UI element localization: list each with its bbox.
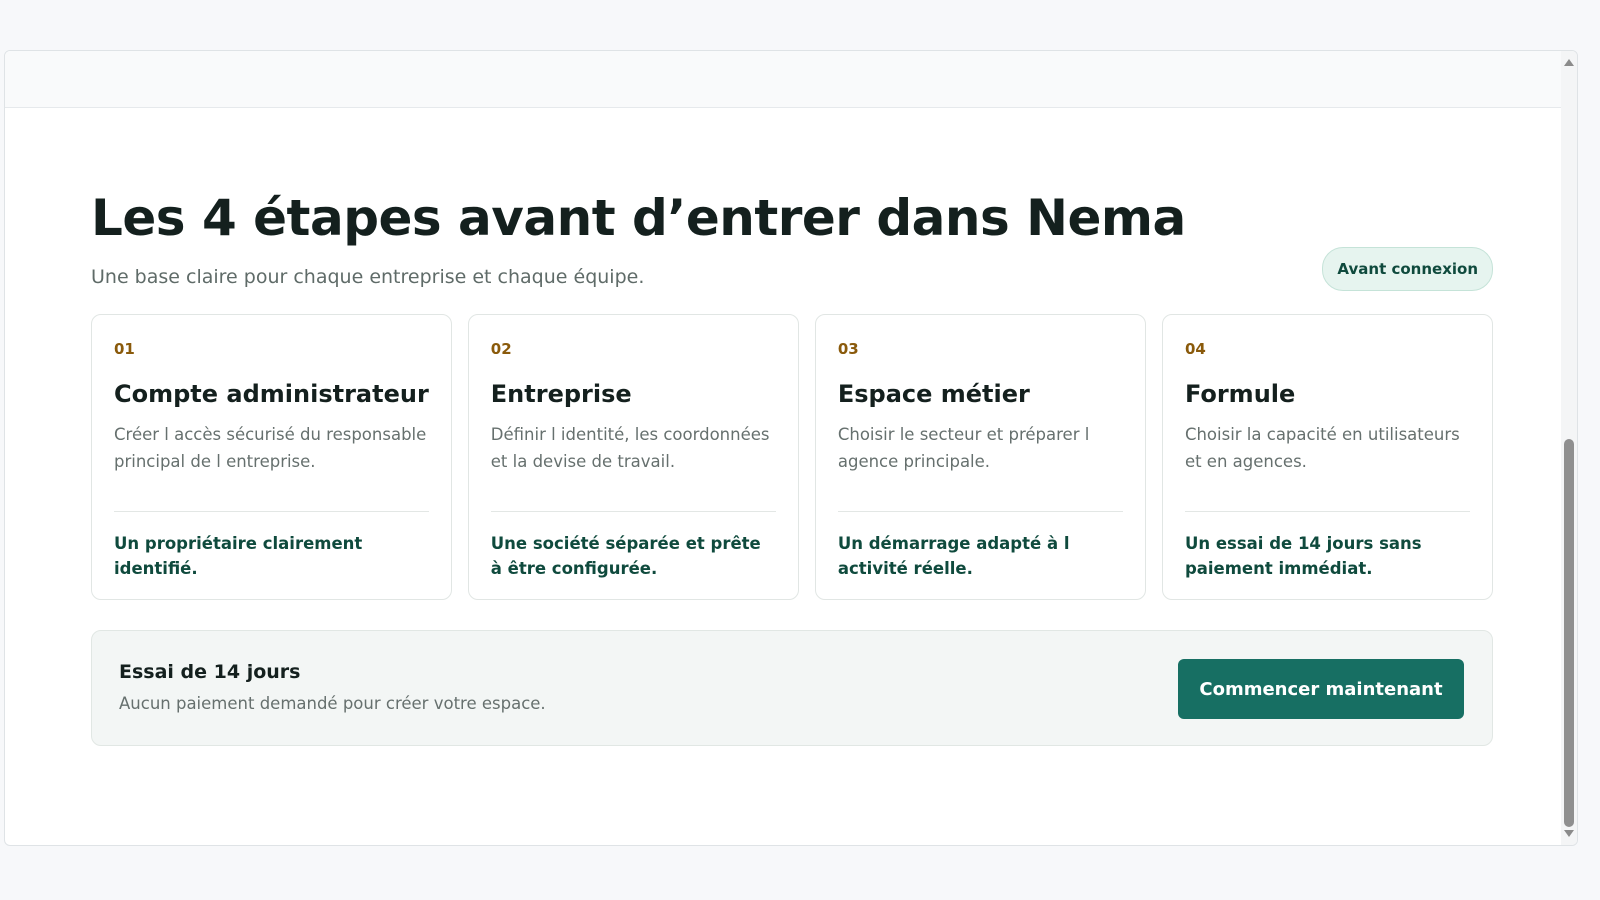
step-description: Définir l identité, les coordonnées et l… (490, 425, 770, 471)
divider (490, 511, 776, 512)
trial-title: Essai de 14 jours (119, 661, 301, 683)
divider (1184, 511, 1471, 512)
step-outcome: Un propriétaire clairement identifié. (114, 534, 363, 578)
scroll-up-icon[interactable] (1564, 59, 1574, 66)
onboarding-section: Les 4 étapes avant d’entrer dans Nema Un… (91, 51, 1494, 845)
step-number: 02 (490, 340, 512, 358)
page-subtitle: Une base claire pour chaque entreprise e… (91, 266, 645, 288)
step-outcome: Un essai de 14 jours sans paiement imméd… (1184, 534, 1422, 578)
step-description: Créer l accès sécurisé du responsable pr… (114, 425, 427, 471)
vertical-scrollbar[interactable] (1561, 51, 1577, 845)
divider (114, 511, 429, 512)
step-card-3: 03 Espace métier Choisir le secteur et p… (814, 314, 1146, 600)
step-number: 03 (837, 340, 859, 358)
step-title: Entreprise (490, 380, 632, 408)
step-description: Choisir le secteur et préparer l agence … (837, 425, 1090, 471)
scroll-thumb[interactable] (1564, 439, 1574, 827)
step-outcome: Une société séparée et prête à être conf… (490, 534, 761, 578)
step-number: 04 (1184, 340, 1206, 358)
status-badge: Avant connexion (1322, 247, 1493, 291)
step-number: 01 (114, 340, 135, 358)
trial-banner: Essai de 14 jours Aucun paiement demandé… (91, 630, 1493, 746)
divider (837, 511, 1123, 512)
scroll-down-icon[interactable] (1564, 830, 1574, 837)
page-title: Les 4 étapes avant d’entrer dans Nema (91, 189, 1186, 247)
trial-description: Aucun paiement demandé pour créer votre … (119, 694, 546, 713)
steps-list: 01 Compte administrateur Créer l accès s… (91, 314, 1494, 600)
step-card-1: 01 Compte administrateur Créer l accès s… (91, 314, 452, 600)
browser-frame: Les 4 étapes avant d’entrer dans Nema Un… (4, 50, 1578, 846)
step-title: Espace métier (837, 380, 1030, 408)
step-card-4: 04 Formule Choisir la capacité en utilis… (1161, 314, 1494, 600)
step-card-2: 02 Entreprise Définir l identité, les co… (467, 314, 799, 600)
step-title: Compte administrateur (114, 380, 429, 408)
step-title: Formule (1184, 380, 1296, 408)
step-description: Choisir la capacité en utilisateurs et e… (1184, 425, 1460, 471)
step-outcome: Un démarrage adapté à l activité réelle. (837, 534, 1070, 578)
start-now-button[interactable]: Commencer maintenant (1178, 659, 1464, 719)
